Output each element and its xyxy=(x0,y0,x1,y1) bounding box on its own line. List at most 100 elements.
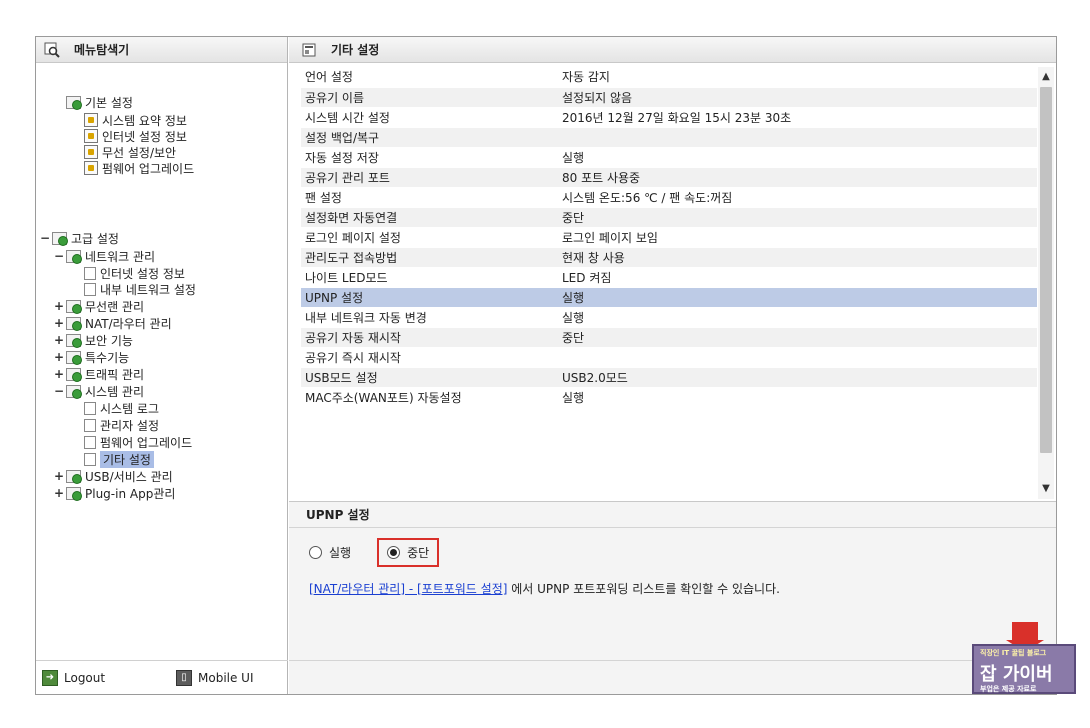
table-row[interactable]: 로그인 페이지 설정 로그인 페이지 보임 xyxy=(301,227,1037,248)
upnp-run-radio[interactable]: 실행 xyxy=(309,544,351,561)
expand-icon[interactable]: + xyxy=(54,333,64,347)
logout-button[interactable]: ➜ Logout xyxy=(42,669,105,686)
expand-icon[interactable]: + xyxy=(54,367,64,381)
table-row[interactable]: 공유기 즉시 재시작 xyxy=(301,347,1037,368)
expand-icon[interactable]: + xyxy=(54,486,64,500)
table-row[interactable]: 공유기 관리 포트 80 포트 사용중 xyxy=(301,167,1037,188)
settings-header: 기타 설정 xyxy=(289,37,1056,63)
gear-icon xyxy=(84,161,98,175)
setting-value: 로그인 페이지 보임 xyxy=(558,227,1037,248)
tree-item[interactable]: + 보안 기능 xyxy=(54,332,133,348)
tree-item[interactable]: − 시스템 관리 xyxy=(54,383,144,399)
tree-item[interactable]: + NAT/라우터 관리 xyxy=(54,315,172,331)
expand-icon[interactable]: + xyxy=(54,299,64,313)
scroll-thumb[interactable] xyxy=(1040,87,1052,453)
table-row[interactable]: 나이트 LED모드 LED 켜짐 xyxy=(301,267,1037,288)
table-row[interactable]: 설정화면 자동연결 중단 xyxy=(301,207,1037,228)
setting-value: 시스템 온도:56 ℃ / 팬 속도:꺼짐 xyxy=(558,187,1037,208)
settings-scrollbar[interactable]: ▲ ▼ xyxy=(1038,67,1054,499)
setting-value: 실행 xyxy=(558,287,1037,308)
tree-item[interactable]: 기타 설정 xyxy=(84,450,154,468)
table-row[interactable]: 언어 설정 자동 감지 xyxy=(301,67,1037,88)
mobile-ui-button[interactable]: ▯ Mobile UI xyxy=(176,669,254,686)
tree-item[interactable]: 펌웨어 업그레이드 xyxy=(84,160,194,176)
down-arrow-icon xyxy=(1006,622,1044,652)
setting-name: 공유기 관리 포트 xyxy=(301,167,558,188)
setting-name: 내부 네트워크 자동 변경 xyxy=(301,307,558,328)
radio-stop-circle[interactable] xyxy=(387,546,401,559)
tree-item-label: 내부 네트워크 설정 xyxy=(100,282,196,297)
table-row[interactable]: 자동 설정 저장 실행 xyxy=(301,147,1037,168)
settings-page-icon xyxy=(301,42,317,58)
tree-item[interactable]: 무선 설정/보안 xyxy=(84,144,176,160)
table-row[interactable]: 시스템 시간 설정 2016년 12월 27일 화요일 15시 23분 30초 xyxy=(301,107,1037,128)
radio-run-circle[interactable] xyxy=(309,546,322,559)
settings-table: 언어 설정 자동 감지 공유기 이름 설정되지 않음 시스템 시간 설정 2016년 12… xyxy=(301,67,1037,408)
detail-title: UPNP 설정 xyxy=(289,502,1056,528)
tree-item[interactable]: 시스템 로그 xyxy=(84,400,159,416)
menu-explorer-header: 메뉴탐색기 xyxy=(36,37,287,63)
upnp-detail-panel: UPNP 설정 실행 중단 [NAT/라우터 관리] - [포트포워드 설정] … xyxy=(289,501,1056,694)
upnp-stop-radio[interactable]: 중단 xyxy=(387,544,429,561)
collapse-icon[interactable]: − xyxy=(54,249,64,263)
folder-icon xyxy=(66,316,82,331)
tree-item[interactable]: 인터넷 설정 정보 xyxy=(84,265,185,281)
expand-icon[interactable]: + xyxy=(54,316,64,330)
table-row[interactable]: USB모드 설정 USB2.0모드 xyxy=(301,367,1037,388)
setting-value xyxy=(558,347,1037,368)
collapse-icon[interactable]: − xyxy=(40,231,50,245)
setting-value: 2016년 12월 27일 화요일 15시 23분 30초 xyxy=(558,107,1037,128)
setting-name: UPNP 설정 xyxy=(301,287,558,308)
tree-item[interactable]: 기본 설정 xyxy=(66,94,133,110)
tree-item-label: 트래픽 관리 xyxy=(85,367,145,382)
setting-name: 시스템 시간 설정 xyxy=(301,107,558,128)
gear-icon xyxy=(84,145,98,159)
tree-item[interactable]: − 네트워크 관리 xyxy=(54,248,155,264)
table-row[interactable]: 팬 설정 시스템 온도:56 ℃ / 팬 속도:꺼짐 xyxy=(301,187,1037,208)
tree-item-label: 특수기능 xyxy=(85,350,130,365)
tree-item-label: 펌웨어 업그레이드 xyxy=(100,435,193,450)
table-row[interactable]: MAC주소(WAN포트) 자동설정 실행 xyxy=(301,387,1037,408)
tree-item[interactable]: 내부 네트워크 설정 xyxy=(84,281,196,297)
tree-item[interactable]: 관리자 설정 xyxy=(84,417,159,433)
tree-item-label: 시스템 요약 정보 xyxy=(102,113,187,128)
scroll-down-arrow-icon[interactable]: ▼ xyxy=(1038,481,1054,497)
scroll-up-arrow-icon[interactable]: ▲ xyxy=(1038,69,1054,85)
folder-icon xyxy=(66,249,82,264)
mobile-icon: ▯ xyxy=(176,669,192,686)
page-icon xyxy=(84,452,96,466)
table-row[interactable]: 공유기 이름 설정되지 않음 xyxy=(301,87,1037,108)
upnp-stop-label: 중단 xyxy=(407,546,430,560)
setting-name: 공유기 이름 xyxy=(301,87,558,108)
setting-value: 80 포트 사용중 xyxy=(558,167,1037,188)
table-row[interactable]: 설정 백업/복구 xyxy=(301,127,1037,148)
setting-value: 실행 xyxy=(558,307,1037,328)
tree-item[interactable]: − 고급 설정 xyxy=(40,230,119,246)
settings-panel: 기타 설정 언어 설정 자동 감지 공유기 이름 설정되지 않음 시스템 시간 설정 20… xyxy=(289,37,1056,694)
upnp-run-label: 실행 xyxy=(329,546,352,560)
tree-item-label: 시스템 로그 xyxy=(100,401,160,416)
tree-item[interactable]: + Plug-in App관리 xyxy=(54,485,175,501)
watermark-bottom-text: 부업은 제공 자료로 xyxy=(980,685,1037,693)
expand-icon[interactable]: + xyxy=(54,350,64,364)
collapse-icon[interactable]: − xyxy=(54,384,64,398)
tree-item[interactable]: + 무선랜 관리 xyxy=(54,298,144,314)
tree-item[interactable]: 펌웨어 업그레이드 xyxy=(84,434,192,450)
tree-item[interactable]: + 트래픽 관리 xyxy=(54,366,144,382)
tree-item[interactable]: 시스템 요약 정보 xyxy=(84,112,187,128)
port-forward-link[interactable]: [NAT/라우터 관리] - [포트포워드 설정] xyxy=(309,582,507,596)
tree-item[interactable]: 인터넷 설정 정보 xyxy=(84,128,187,144)
tree-item[interactable]: + USB/서비스 관리 xyxy=(54,468,173,484)
setting-name: 나이트 LED모드 xyxy=(301,267,558,288)
setting-name: 관리도구 접속방법 xyxy=(301,247,558,268)
folder-icon xyxy=(66,486,82,501)
table-row[interactable]: 관리도구 접속방법 현재 창 사용 xyxy=(301,247,1037,268)
expand-icon[interactable]: + xyxy=(54,469,64,483)
table-row[interactable]: 공유기 자동 재시작 중단 xyxy=(301,327,1037,348)
folder-icon xyxy=(66,299,82,314)
table-row[interactable]: UPNP 설정 실행 xyxy=(301,287,1037,308)
page-icon xyxy=(84,282,96,296)
table-row[interactable]: 내부 네트워크 자동 변경 실행 xyxy=(301,307,1037,328)
folder-icon xyxy=(66,469,82,484)
tree-item[interactable]: + 특수기능 xyxy=(54,349,129,365)
